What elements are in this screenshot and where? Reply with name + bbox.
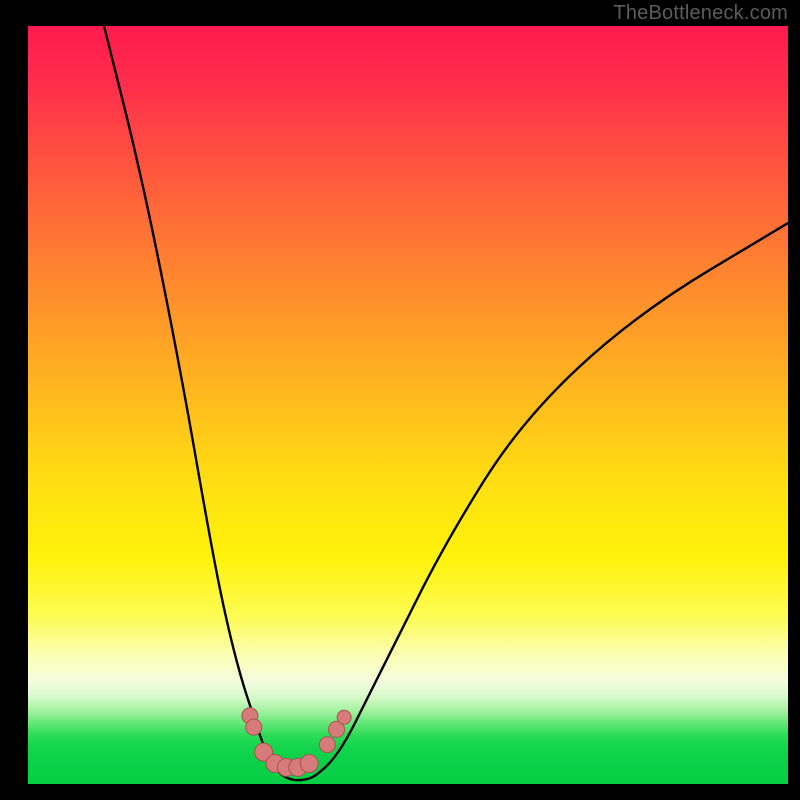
curve-marker [319,737,335,753]
curve-overlay [28,26,788,784]
curve-marker [246,719,262,735]
bottleneck-curve [104,26,788,780]
watermark-text: TheBottleneck.com [613,2,788,25]
plot-area [28,26,788,784]
chart-frame: TheBottleneck.com [0,0,800,800]
curve-marker [300,755,318,773]
marker-group [242,708,351,777]
curve-marker [337,710,351,724]
